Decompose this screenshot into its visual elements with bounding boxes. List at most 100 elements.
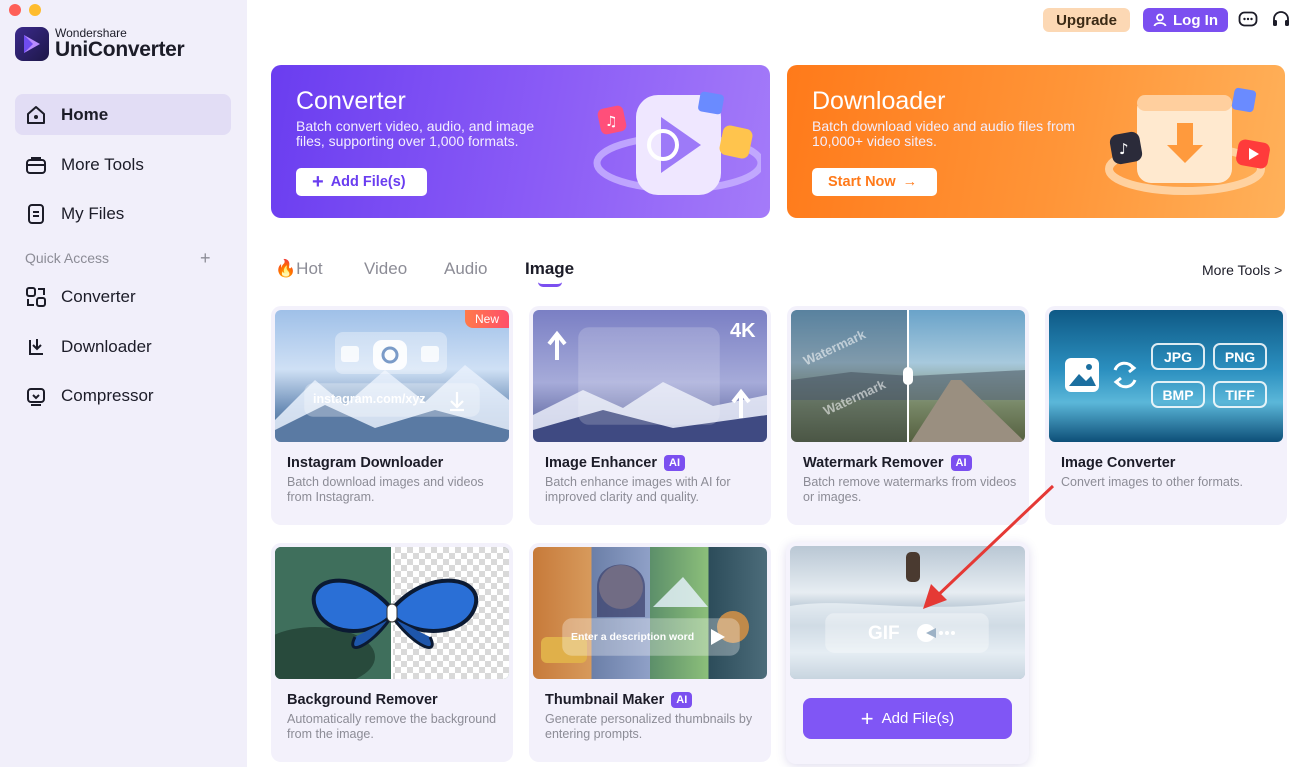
arrow-right-icon: → (902, 174, 918, 190)
format-bmp: BMP (1151, 381, 1205, 408)
headset-icon[interactable] (1271, 10, 1291, 30)
user-icon (1153, 13, 1167, 27)
4k-label: 4K (730, 320, 756, 342)
sidebar-item-label: More Tools (61, 154, 144, 174)
card-thumbnail-maker[interactable]: Enter a description word Thumbnail Maker… (529, 543, 771, 762)
app-brand: Wondershare UniConverter (15, 27, 185, 61)
quick-access-add-button[interactable]: + (200, 248, 211, 269)
tab-audio[interactable]: Audio (444, 259, 487, 279)
start-now-button[interactable]: Start Now → (812, 168, 937, 196)
files-icon (28, 203, 44, 224)
sidebar-item-label: My Files (61, 203, 125, 223)
gif-label: GIF (868, 623, 900, 644)
converter-add-files-label: Add File(s) (330, 174, 406, 190)
sidebar-item-label: Downloader (61, 336, 152, 356)
converter-add-files-button[interactable]: + Add File(s) (296, 168, 427, 196)
sidebar-item-my-files[interactable]: My Files (15, 193, 231, 234)
tab-hot[interactable]: 🔥Hot (275, 259, 323, 279)
card-description: Batch download images and videos from In… (287, 475, 484, 504)
svg-text:♫: ♫ (605, 114, 618, 130)
card-description: Generate personalized thumbnails by ente… (545, 712, 753, 741)
converter-banner[interactable]: Converter Batch convert video, audio, an… (271, 65, 770, 218)
format-png: PNG (1213, 343, 1267, 370)
add-files-button[interactable]: + Add File(s) (803, 698, 1012, 739)
card-background-remover[interactable]: Background Remover Automatically remove … (271, 543, 513, 762)
downloader-illustration-icon: ♪ (1105, 87, 1270, 195)
card-title: Image Converter (1061, 455, 1176, 471)
sidebar-item-label: Converter (61, 286, 136, 306)
image-convert-icons (1065, 358, 1137, 392)
card-description: Batch enhance images with AI for improve… (545, 475, 731, 504)
quick-access-label: Quick Access (25, 250, 110, 266)
format-tiff: TIFF (1213, 381, 1267, 408)
image-converter-thumbnail: JPG PNG BMP TIFF (1049, 310, 1283, 442)
active-tab-indicator (538, 282, 562, 287)
sidebar-item-downloader[interactable]: Downloader (15, 326, 231, 367)
card-description: Convert images to other formats. (1061, 475, 1244, 489)
card-image-converter[interactable]: JPG PNG BMP TIFF Image Converter Convert… (1045, 306, 1287, 525)
fire-icon: 🔥 (275, 259, 297, 278)
minimize-window-button[interactable] (29, 4, 41, 16)
instagram-url-text: instagram.com/xyz (313, 392, 426, 406)
plus-icon: + (860, 705, 874, 731)
thumbnail-maker-thumbnail: Enter a description word (533, 547, 767, 679)
card-title: Watermark Remover (803, 455, 944, 471)
downloader-icon (29, 338, 43, 355)
ai-badge: AI (671, 692, 693, 708)
chat-icon[interactable] (1238, 10, 1258, 30)
tab-image[interactable]: Image (525, 259, 574, 279)
window-controls (9, 4, 41, 16)
downloader-banner-title: Downloader (812, 87, 946, 115)
card-title: Instagram Downloader (287, 455, 444, 471)
plus-icon: + (312, 171, 324, 193)
sidebar-item-label: Home (61, 104, 109, 124)
instagram-thumbnail: instagram.com/xyz New (275, 310, 509, 442)
sidebar-item-label: Compressor (61, 385, 154, 405)
sidebar: Wondershare UniConverter Home More Tools… (0, 0, 247, 767)
upgrade-button[interactable]: Upgrade (1043, 8, 1130, 32)
svg-text:♪: ♪ (1119, 140, 1129, 158)
converter-illustration-icon: ♫ (593, 91, 761, 195)
background-remover-thumbnail (275, 547, 509, 679)
butterfly-scene-icon (275, 547, 509, 679)
tab-video[interactable]: Video (364, 259, 407, 279)
close-window-button[interactable] (9, 4, 21, 16)
ai-badge: AI (664, 455, 686, 471)
card-description: Automatically remove the background from… (287, 712, 497, 741)
image-enhancer-thumbnail: 4K (533, 310, 767, 442)
compressor-icon (27, 387, 45, 406)
downloader-banner[interactable]: Downloader Batch download video and audi… (787, 65, 1285, 218)
converter-banner-description: Batch convert video, audio, and image fi… (296, 118, 535, 149)
mountain-scene-icon (275, 332, 509, 442)
sidebar-item-converter[interactable]: Converter (15, 276, 231, 317)
sidebar-item-compressor[interactable]: Compressor (15, 375, 231, 416)
converter-banner-title: Converter (296, 87, 406, 115)
watermark-remover-thumbnail: Watermark Watermark (791, 310, 1025, 442)
card-title: Background Remover (287, 692, 438, 708)
ai-badge: AI (950, 455, 972, 471)
converter-icon (26, 286, 46, 307)
sidebar-item-home[interactable]: Home (15, 94, 231, 135)
downloader-banner-description: Batch download video and audio files fro… (812, 118, 1076, 149)
toolbox-icon (26, 156, 46, 174)
new-badge: New (464, 310, 509, 328)
login-label: Log In (1173, 11, 1218, 29)
road-scene-icon (791, 310, 1025, 442)
sidebar-item-more-tools[interactable]: More Tools (15, 144, 231, 185)
start-now-label: Start Now (828, 174, 896, 190)
format-jpg: JPG (1151, 343, 1205, 370)
prompt-placeholder-text: Enter a description word (571, 631, 695, 643)
card-title: Thumbnail Maker (545, 692, 665, 708)
annotation-arrow-icon (923, 484, 1055, 609)
home-icon (27, 105, 45, 124)
card-instagram-downloader[interactable]: instagram.com/xyz New Instagram Download… (271, 306, 513, 525)
login-button[interactable]: Log In (1143, 8, 1228, 32)
more-tools-link[interactable]: More Tools > (1202, 262, 1282, 278)
uniconverter-logo-icon (15, 27, 49, 61)
tab-hot-label: Hot (296, 259, 323, 278)
thumbnail-collage-icon (541, 564, 749, 663)
card-title: Image Enhancer (545, 455, 658, 471)
add-files-label: Add File(s) (881, 710, 955, 727)
brand-name: UniConverter (55, 38, 185, 61)
card-image-enhancer[interactable]: 4K Image Enhancer AI Batch enhance images… (529, 306, 771, 525)
